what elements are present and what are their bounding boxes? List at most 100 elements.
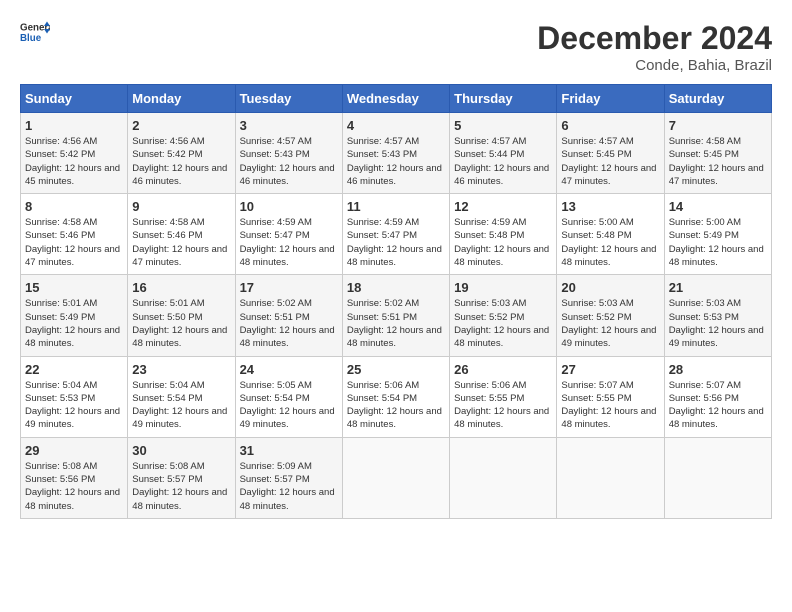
calendar-day-cell: 17 Sunrise: 5:02 AMSunset: 5:51 PMDayligh… (235, 275, 342, 356)
logo: General Blue (20, 20, 50, 44)
calendar-week-row: 8 Sunrise: 4:58 AMSunset: 5:46 PMDaylight… (21, 194, 772, 275)
day-number: 7 (669, 118, 767, 133)
calendar-day-cell: 19Sunrise: 5:03 AMSunset: 5:52 PMDayligh… (450, 275, 557, 356)
calendar-week-row: 15 Sunrise: 5:01 AMSunset: 5:49 PMDayligh… (21, 275, 772, 356)
day-info: Sunrise: 5:01 AMSunset: 5:49 PMDaylight:… (25, 297, 123, 350)
month-title: December 2024 (537, 20, 772, 57)
day-number: 3 (240, 118, 338, 133)
day-number: 30 (132, 443, 230, 458)
day-info: Sunrise: 5:03 AMSunset: 5:52 PMDaylight:… (561, 297, 659, 350)
calendar-day-cell (664, 437, 771, 518)
calendar-day-cell: 12Sunrise: 4:59 AMSunset: 5:48 PMDayligh… (450, 194, 557, 275)
day-number: 8 (25, 199, 123, 214)
day-number: 23 (132, 362, 230, 377)
calendar-table: SundayMondayTuesdayWednesdayThursdayFrid… (20, 84, 772, 519)
calendar-day-cell: 25Sunrise: 5:06 AMSunset: 5:54 PMDayligh… (342, 356, 449, 437)
column-header-monday: Monday (128, 85, 235, 113)
calendar-day-cell: 6 Sunrise: 4:57 AMSunset: 5:45 PMDaylight… (557, 113, 664, 194)
calendar-day-cell: 13 Sunrise: 5:00 AMSunset: 5:48 PMDayligh… (557, 194, 664, 275)
day-info: Sunrise: 5:08 AMSunset: 5:57 PMDaylight:… (132, 460, 230, 513)
day-number: 27 (561, 362, 659, 377)
day-info: Sunrise: 4:57 AMSunset: 5:44 PMDaylight:… (454, 135, 552, 188)
calendar-day-cell: 1 Sunrise: 4:56 AMSunset: 5:42 PMDaylight… (21, 113, 128, 194)
day-number: 13 (561, 199, 659, 214)
day-number: 16 (132, 280, 230, 295)
calendar-day-cell: 22Sunrise: 5:04 AMSunset: 5:53 PMDayligh… (21, 356, 128, 437)
calendar-day-cell: 4 Sunrise: 4:57 AMSunset: 5:43 PMDaylight… (342, 113, 449, 194)
column-header-sunday: Sunday (21, 85, 128, 113)
day-number: 18 (347, 280, 445, 295)
day-info: Sunrise: 5:07 AMSunset: 5:55 PMDaylight:… (561, 379, 659, 432)
calendar-day-cell: 9 Sunrise: 4:58 AMSunset: 5:46 PMDaylight… (128, 194, 235, 275)
day-number: 26 (454, 362, 552, 377)
day-info: Sunrise: 5:07 AMSunset: 5:56 PMDaylight:… (669, 379, 767, 432)
calendar-day-cell: 14Sunrise: 5:00 AMSunset: 5:49 PMDayligh… (664, 194, 771, 275)
day-info: Sunrise: 5:02 AMSunset: 5:51 PMDaylight:… (347, 297, 445, 350)
column-header-wednesday: Wednesday (342, 85, 449, 113)
day-info: Sunrise: 5:02 AMSunset: 5:51 PMDaylight:… (240, 297, 338, 350)
calendar-day-cell: 15 Sunrise: 5:01 AMSunset: 5:49 PMDayligh… (21, 275, 128, 356)
calendar-day-cell: 30 Sunrise: 5:08 AMSunset: 5:57 PMDayligh… (128, 437, 235, 518)
calendar-day-cell: 2 Sunrise: 4:56 AMSunset: 5:42 PMDaylight… (128, 113, 235, 194)
day-info: Sunrise: 5:03 AMSunset: 5:52 PMDaylight:… (454, 297, 552, 350)
day-info: Sunrise: 5:06 AMSunset: 5:55 PMDaylight:… (454, 379, 552, 432)
day-info: Sunrise: 4:58 AMSunset: 5:46 PMDaylight:… (132, 216, 230, 269)
calendar-day-cell: 18 Sunrise: 5:02 AMSunset: 5:51 PMDayligh… (342, 275, 449, 356)
calendar-day-cell: 29 Sunrise: 5:08 AMSunset: 5:56 PMDayligh… (21, 437, 128, 518)
calendar-day-cell: 21 Sunrise: 5:03 AMSunset: 5:53 PMDayligh… (664, 275, 771, 356)
day-info: Sunrise: 4:58 AMSunset: 5:46 PMDaylight:… (25, 216, 123, 269)
calendar-header-row: SundayMondayTuesdayWednesdayThursdayFrid… (21, 85, 772, 113)
day-info: Sunrise: 5:01 AMSunset: 5:50 PMDaylight:… (132, 297, 230, 350)
day-info: Sunrise: 4:59 AMSunset: 5:47 PMDaylight:… (347, 216, 445, 269)
calendar-day-cell: 28 Sunrise: 5:07 AMSunset: 5:56 PMDayligh… (664, 356, 771, 437)
day-info: Sunrise: 5:04 AMSunset: 5:54 PMDaylight:… (132, 379, 230, 432)
day-number: 28 (669, 362, 767, 377)
day-info: Sunrise: 4:59 AMSunset: 5:47 PMDaylight:… (240, 216, 338, 269)
day-number: 21 (669, 280, 767, 295)
calendar-day-cell: 10 Sunrise: 4:59 AMSunset: 5:47 PMDayligh… (235, 194, 342, 275)
calendar-day-cell: 27 Sunrise: 5:07 AMSunset: 5:55 PMDayligh… (557, 356, 664, 437)
calendar-day-cell (557, 437, 664, 518)
day-number: 4 (347, 118, 445, 133)
column-header-friday: Friday (557, 85, 664, 113)
column-header-saturday: Saturday (664, 85, 771, 113)
day-number: 10 (240, 199, 338, 214)
day-number: 20 (561, 280, 659, 295)
day-info: Sunrise: 4:56 AMSunset: 5:42 PMDaylight:… (132, 135, 230, 188)
location-subtitle: Conde, Bahia, Brazil (537, 57, 772, 74)
day-info: Sunrise: 4:57 AMSunset: 5:45 PMDaylight:… (561, 135, 659, 188)
calendar-day-cell: 8 Sunrise: 4:58 AMSunset: 5:46 PMDaylight… (21, 194, 128, 275)
calendar-day-cell: 26 Sunrise: 5:06 AMSunset: 5:55 PMDayligh… (450, 356, 557, 437)
day-number: 14 (669, 199, 767, 214)
day-number: 15 (25, 280, 123, 295)
page-header: General Blue December 2024 Conde, Bahia,… (20, 20, 772, 74)
day-info: Sunrise: 5:08 AMSunset: 5:56 PMDaylight:… (25, 460, 123, 513)
day-number: 29 (25, 443, 123, 458)
logo-icon: General Blue (20, 20, 50, 44)
day-info: Sunrise: 4:57 AMSunset: 5:43 PMDaylight:… (347, 135, 445, 188)
day-info: Sunrise: 4:59 AMSunset: 5:48 PMDaylight:… (454, 216, 552, 269)
day-number: 24 (240, 362, 338, 377)
calendar-week-row: 22Sunrise: 5:04 AMSunset: 5:53 PMDayligh… (21, 356, 772, 437)
calendar-day-cell (342, 437, 449, 518)
day-info: Sunrise: 4:56 AMSunset: 5:42 PMDaylight:… (25, 135, 123, 188)
calendar-day-cell: 5Sunrise: 4:57 AMSunset: 5:44 PMDaylight… (450, 113, 557, 194)
calendar-day-cell: 31Sunrise: 5:09 AMSunset: 5:57 PMDayligh… (235, 437, 342, 518)
column-header-tuesday: Tuesday (235, 85, 342, 113)
day-info: Sunrise: 5:05 AMSunset: 5:54 PMDaylight:… (240, 379, 338, 432)
day-info: Sunrise: 5:00 AMSunset: 5:48 PMDaylight:… (561, 216, 659, 269)
title-block: December 2024 Conde, Bahia, Brazil (537, 20, 772, 74)
calendar-body: 1 Sunrise: 4:56 AMSunset: 5:42 PMDaylight… (21, 113, 772, 519)
column-header-thursday: Thursday (450, 85, 557, 113)
calendar-week-row: 29 Sunrise: 5:08 AMSunset: 5:56 PMDayligh… (21, 437, 772, 518)
day-number: 17 (240, 280, 338, 295)
day-info: Sunrise: 4:57 AMSunset: 5:43 PMDaylight:… (240, 135, 338, 188)
calendar-day-cell: 23 Sunrise: 5:04 AMSunset: 5:54 PMDayligh… (128, 356, 235, 437)
day-number: 6 (561, 118, 659, 133)
day-number: 9 (132, 199, 230, 214)
day-info: Sunrise: 5:03 AMSunset: 5:53 PMDaylight:… (669, 297, 767, 350)
day-number: 2 (132, 118, 230, 133)
calendar-day-cell: 16 Sunrise: 5:01 AMSunset: 5:50 PMDayligh… (128, 275, 235, 356)
calendar-day-cell (450, 437, 557, 518)
day-number: 1 (25, 118, 123, 133)
